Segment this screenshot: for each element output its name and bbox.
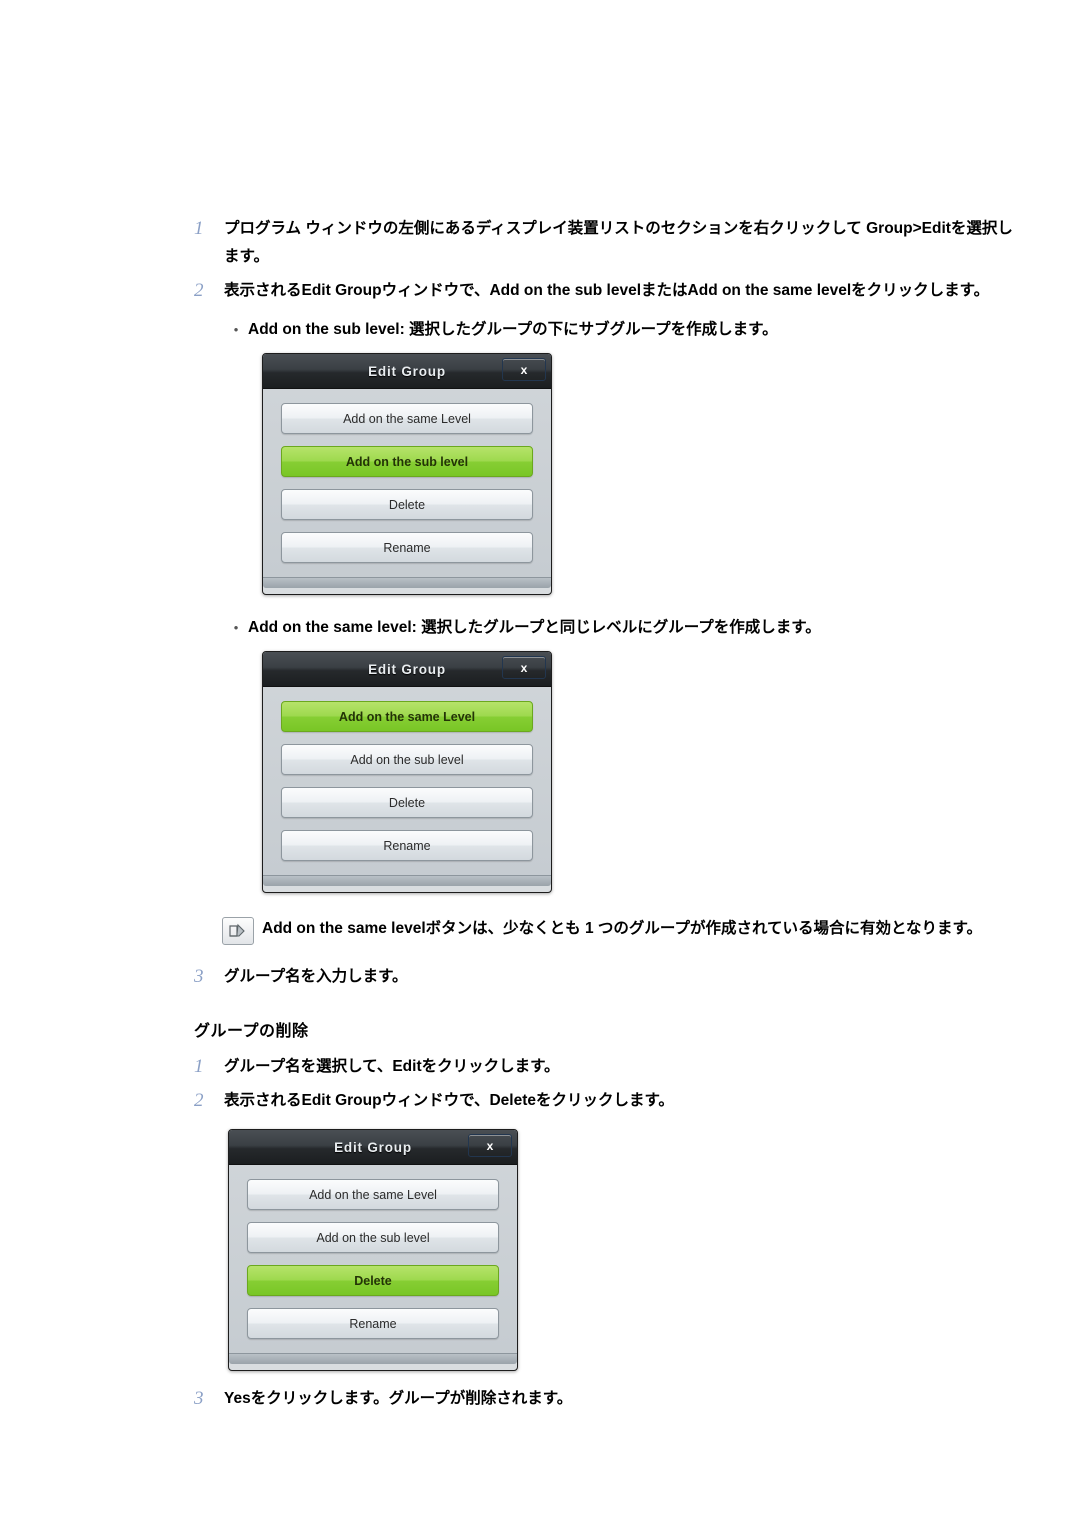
step-text: プログラム ウィンドウの左側にあるディスプレイ装置リストのセクションを右クリック…: [224, 220, 1013, 265]
close-icon[interactable]: x: [502, 656, 546, 679]
rename-button[interactable]: Rename: [247, 1308, 499, 1339]
dialog-footer: [263, 875, 551, 886]
dialog-body: Add on the same Level Add on the sub lev…: [263, 389, 551, 577]
section-heading-delete-group: グループの削除: [194, 1023, 309, 1040]
step-3-create-group: 3 グループ名を入力します。: [0, 963, 1080, 991]
rename-button[interactable]: Rename: [281, 532, 533, 563]
step-text: 表示されるEdit Groupウィンドウで、Add on the sub lev…: [224, 282, 990, 299]
note-block: Add on the same levelボタンは、少なくとも 1 つのグループ…: [0, 915, 1080, 945]
step-number: 2: [194, 1090, 204, 1111]
step-1-create-group: 1 プログラム ウィンドウの左側にあるディスプレイ装置リストのセクションを右クリ…: [0, 215, 1080, 271]
step-number: 1: [194, 218, 204, 239]
add-on-same-level-button[interactable]: Add on the same Level: [281, 403, 533, 434]
step-text: グループ名を選択して、Editをクリックします。: [224, 1058, 560, 1075]
rename-button[interactable]: Rename: [281, 830, 533, 861]
dialog-titlebar: Edit Group x: [263, 354, 551, 389]
bullet-marker: •: [233, 322, 239, 337]
dialog-title: Edit Group: [368, 661, 446, 677]
pencil-glyph: [229, 923, 245, 937]
step-number: 3: [194, 1388, 204, 1409]
document-page: 1 プログラム ウィンドウの左側にあるディスプレイ装置リストのセクションを右クリ…: [0, 0, 1080, 1527]
add-on-same-level-button[interactable]: Add on the same Level: [281, 701, 533, 732]
step-text: グループ名を入力します。: [224, 968, 408, 985]
close-icon[interactable]: x: [468, 1134, 512, 1157]
bullet-add-sub-level: • Add on the sub level: 選択したグループの下にサブグルー…: [0, 317, 1080, 343]
delete-button[interactable]: Delete: [281, 489, 533, 520]
delete-button[interactable]: Delete: [281, 787, 533, 818]
step-number: 1: [194, 1056, 204, 1077]
bullet-text: Add on the same level: 選択したグループと同じレベルにグル…: [248, 619, 821, 636]
dialog-frame: Edit Group x Add on the same Level Add o…: [228, 1129, 518, 1371]
close-icon[interactable]: x: [502, 358, 546, 381]
bullet-text: Add on the sub level: 選択したグループの下にサブグループを…: [248, 321, 778, 338]
delete-button[interactable]: Delete: [247, 1265, 499, 1296]
dialog-body: Add on the same Level Add on the sub lev…: [229, 1165, 517, 1353]
edit-group-dialog-same-level[interactable]: Edit Group x Add on the same Level Add o…: [262, 651, 1080, 893]
note-pencil-icon: [222, 917, 262, 945]
dialog-title: Edit Group: [368, 363, 446, 379]
step-2-delete-group: 2 表示されるEdit Groupウィンドウで、Deleteをクリックします。: [0, 1087, 1080, 1115]
step-number: 2: [194, 280, 204, 301]
add-on-sub-level-button[interactable]: Add on the sub level: [281, 446, 533, 477]
dialog-frame: Edit Group x Add on the same Level Add o…: [262, 651, 552, 893]
step-2-create-group: 2 表示されるEdit Groupウィンドウで、Add on the sub l…: [0, 277, 1080, 305]
dialog-footer: [263, 577, 551, 588]
bullet-add-same-level: • Add on the same level: 選択したグループと同じレベルに…: [0, 615, 1080, 641]
bullet-marker: •: [233, 620, 239, 635]
dialog-titlebar: Edit Group x: [263, 652, 551, 687]
dialog-titlebar: Edit Group x: [229, 1130, 517, 1165]
add-on-sub-level-button[interactable]: Add on the sub level: [281, 744, 533, 775]
edit-group-dialog-sub-level[interactable]: Edit Group x Add on the same Level Add o…: [262, 353, 1080, 595]
step-text: 表示されるEdit Groupウィンドウで、Deleteをクリックします。: [224, 1092, 674, 1109]
step-text: Yesをクリックします。グループが削除されます。: [224, 1390, 573, 1407]
edit-group-dialog-delete[interactable]: Edit Group x Add on the same Level Add o…: [228, 1129, 1080, 1371]
add-on-same-level-button[interactable]: Add on the same Level: [247, 1179, 499, 1210]
step-number: 3: [194, 966, 204, 987]
note-text: Add on the same levelボタンは、少なくとも 1 つのグループ…: [262, 920, 982, 937]
dialog-frame: Edit Group x Add on the same Level Add o…: [262, 353, 552, 595]
step-3-delete-group: 3 Yesをクリックします。グループが削除されます。: [0, 1385, 1080, 1413]
add-on-sub-level-button[interactable]: Add on the sub level: [247, 1222, 499, 1253]
dialog-title: Edit Group: [334, 1139, 412, 1155]
step-1-delete-group: 1 グループ名を選択して、Editをクリックします。: [0, 1053, 1080, 1081]
dialog-body: Add on the same Level Add on the sub lev…: [263, 687, 551, 875]
dialog-footer: [229, 1353, 517, 1364]
